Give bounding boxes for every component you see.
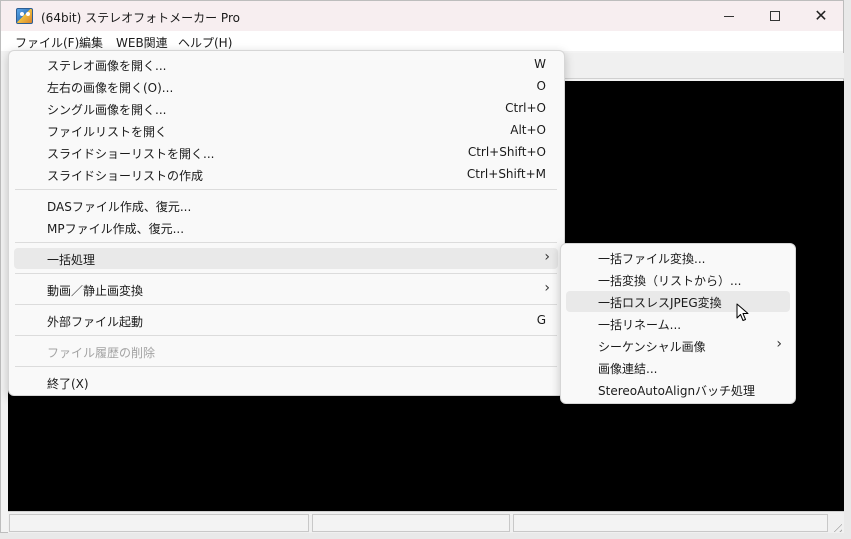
chevron-right-icon: › <box>544 249 550 265</box>
submenu-item-batch-file-convert[interactable]: 一括ファイル変換... <box>566 247 790 268</box>
menu-item-open-slideshow-list[interactable]: スライドショーリストを開く... Ctrl+Shift+O <box>14 142 558 163</box>
menu-separator <box>15 242 557 243</box>
submenu-item-batch-from-list[interactable]: 一括変換（リストから）... <box>566 269 790 290</box>
menu-help[interactable]: ヘルプ(H) <box>178 34 232 51</box>
menu-item-label: 画像連結... <box>598 362 658 376</box>
menu-separator <box>15 366 557 367</box>
menu-item-exit[interactable]: 終了(X) <box>14 372 558 393</box>
menu-item-label: 終了(X) <box>47 377 89 391</box>
menu-separator <box>15 304 557 305</box>
submenu-item-sequential-images[interactable]: シーケンシャル画像 › <box>566 335 790 356</box>
menu-item-das-file[interactable]: DASファイル作成、復元... <box>14 195 558 216</box>
chevron-right-icon: › <box>544 280 550 296</box>
menu-web[interactable]: WEB関連 <box>116 34 168 51</box>
menu-item-clear-history: ファイル履歴の削除 <box>14 341 558 362</box>
menu-item-label: ステレオ画像を開く... <box>47 59 167 73</box>
minimize-icon <box>724 15 734 17</box>
menu-item-shortcut: W <box>534 57 546 71</box>
close-icon: ✕ <box>814 6 828 25</box>
status-pane-2 <box>312 514 510 532</box>
menu-item-shortcut: Ctrl+Shift+O <box>467 145 546 159</box>
menu-item-label: 一括ファイル変換... <box>598 252 706 266</box>
app-logo-icon <box>16 8 33 24</box>
menu-item-shortcut: G <box>536 313 546 327</box>
menu-item-label: ファイル履歴の削除 <box>47 346 156 360</box>
menu-item-label: スライドショーリストを開く... <box>47 147 215 161</box>
title-bar[interactable]: (64bit) ステレオフォトメーカー Pro ✕ <box>1 1 843 31</box>
window-title: (64bit) ステレオフォトメーカー Pro <box>41 11 240 25</box>
menu-bar: ファイル(F) 編集 WEB関連 ヘルプ(H) <box>1 31 843 51</box>
menu-item-shortcut: Ctrl+O <box>505 101 546 115</box>
menu-item-label: DASファイル作成、復元... <box>47 200 192 214</box>
status-pane-1 <box>9 514 309 532</box>
menu-item-label: スライドショーリストの作成 <box>47 169 204 183</box>
menu-item-label: 一括変換（リストから）... <box>598 274 742 288</box>
batch-submenu: 一括ファイル変換... 一括変換（リストから）... 一括ロスレスJPEG変換 … <box>560 243 796 404</box>
menu-item-shortcut: Ctrl+Shift+M <box>466 167 546 181</box>
menu-item-label: StereoAutoAlignバッチ処理 <box>598 384 756 398</box>
menu-item-label: 一括処理 <box>47 253 96 267</box>
maximize-icon <box>770 11 780 21</box>
menu-separator <box>15 189 557 190</box>
menu-item-open-left-right[interactable]: 左右の画像を開く(O)... O <box>14 76 558 97</box>
menu-item-label: 外部ファイル起動 <box>47 315 144 329</box>
menu-item-mp-file[interactable]: MPファイル作成、復元... <box>14 217 558 238</box>
chevron-right-icon: › <box>776 336 782 352</box>
menu-file[interactable]: ファイル(F) <box>15 34 79 51</box>
menu-item-label: 動画／静止画変換 <box>47 284 144 298</box>
menu-item-label: シーケンシャル画像 <box>598 340 706 354</box>
menu-item-create-slideshow-list[interactable]: スライドショーリストの作成 Ctrl+Shift+M <box>14 164 558 185</box>
menu-separator <box>15 273 557 274</box>
menu-item-label: MPファイル作成、復元... <box>47 222 185 236</box>
mouse-pointer-icon <box>736 303 749 321</box>
submenu-item-batch-rename[interactable]: 一括リネーム... <box>566 313 790 334</box>
menu-item-shortcut: Alt+O <box>510 123 546 137</box>
menu-item-shortcut: O <box>536 79 546 93</box>
menu-item-label: 一括ロスレスJPEG変換 <box>598 296 722 310</box>
menu-item-launch-external[interactable]: 外部ファイル起動 G <box>14 310 558 331</box>
menu-item-open-single[interactable]: シングル画像を開く... Ctrl+O <box>14 98 558 119</box>
menu-item-label: 一括リネーム... <box>598 318 682 332</box>
menu-item-open-stereo[interactable]: ステレオ画像を開く... W <box>14 54 558 75</box>
menu-item-batch-processing[interactable]: 一括処理 › <box>14 248 558 269</box>
toolbar <box>561 53 844 79</box>
submenu-item-stereo-auto-align[interactable]: StereoAutoAlignバッチ処理 <box>566 379 790 400</box>
menu-item-video-still-convert[interactable]: 動画／静止画変換 › <box>14 279 558 300</box>
menu-item-label: ファイルリストを開く <box>47 125 168 139</box>
status-bar <box>8 511 844 533</box>
file-menu-dropdown: ステレオ画像を開く... W 左右の画像を開く(O)... O シングル画像を開… <box>8 50 565 396</box>
submenu-item-image-concat[interactable]: 画像連結... <box>566 357 790 378</box>
menu-separator <box>15 335 557 336</box>
minimize-button[interactable] <box>706 1 752 31</box>
maximize-button[interactable] <box>752 1 798 31</box>
status-pane-3 <box>513 514 828 532</box>
menu-item-label: シングル画像を開く... <box>47 103 167 117</box>
menu-edit[interactable]: 編集 <box>79 34 103 51</box>
close-button[interactable]: ✕ <box>798 1 844 31</box>
menu-item-open-file-list[interactable]: ファイルリストを開く Alt+O <box>14 120 558 141</box>
menu-item-label: 左右の画像を開く(O)... <box>47 81 174 95</box>
submenu-item-lossless-jpeg[interactable]: 一括ロスレスJPEG変換 <box>566 291 790 312</box>
resize-grip-icon[interactable] <box>830 520 842 532</box>
